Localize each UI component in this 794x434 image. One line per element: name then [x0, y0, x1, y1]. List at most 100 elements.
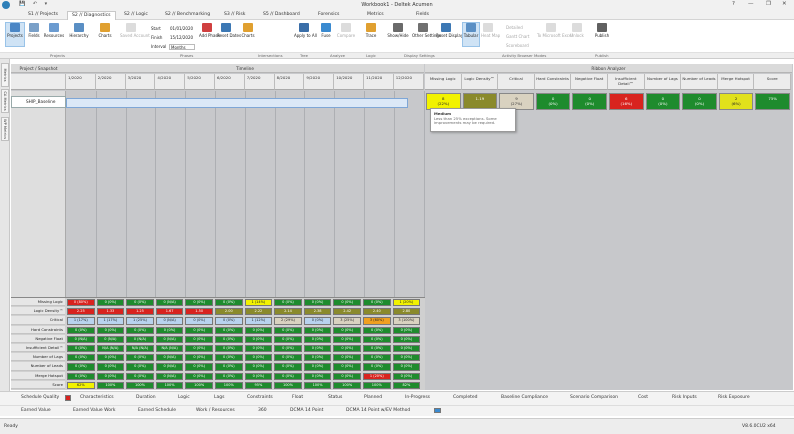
restore-button[interactable]: ❐ — [766, 1, 771, 7]
metric-cell[interactable]: 0 (0%) — [185, 326, 213, 334]
bottom-tab[interactable]: Risk Exposure — [718, 395, 750, 400]
dcma-ev-icon[interactable] — [434, 408, 441, 413]
metric-cell[interactable]: 1 (17%) — [96, 317, 125, 325]
metric-cell[interactable]: 0 (0%) — [392, 335, 421, 343]
metric-cell[interactable]: 62% — [67, 381, 95, 389]
start-date[interactable]: 01/01/2020 — [170, 26, 193, 31]
metric-cell[interactable]: 1 (17%) — [67, 317, 95, 325]
metric-cell[interactable]: 0 (0%) — [215, 335, 243, 343]
analyzer-cell[interactable]: 2 (6%) — [718, 93, 754, 110]
bottom-tab[interactable]: Completed — [453, 395, 478, 400]
analyzer-cell[interactable]: 0 (0%) — [572, 93, 607, 110]
tab-s2-logic[interactable]: S2 // Logic — [124, 12, 148, 20]
metric-cell[interactable]: 0 (0%) — [244, 335, 273, 343]
metric-cell[interactable]: 2.38 — [303, 308, 332, 316]
metric-cell[interactable]: 0 (0%) — [96, 326, 125, 334]
metric-cell[interactable]: 0 (0%) — [274, 299, 302, 307]
metric-cell[interactable]: 1 (25%) — [126, 317, 154, 325]
bottom-tab[interactable]: Planned — [364, 395, 382, 400]
metric-cell[interactable]: 95% — [244, 381, 273, 389]
analyzer-column-header[interactable]: Number of Lags — [644, 74, 682, 90]
analyzer-column-header[interactable]: Missing Logic — [425, 74, 462, 90]
metric-cell[interactable]: 2 (29%) — [274, 317, 302, 325]
metric-cell[interactable]: 0 (0%) — [155, 326, 184, 334]
bottom-tab[interactable]: Baseline Compliance — [501, 395, 548, 400]
metric-cell[interactable]: 0 (N/A) — [96, 335, 125, 343]
tab-s2-benchmarking[interactable]: S2 // Benchmarking — [165, 12, 210, 20]
metric-cell[interactable]: 0 (0%) — [126, 299, 154, 307]
interval-select[interactable]: Months — [169, 44, 195, 50]
metric-cell[interactable]: 0 (0%) — [126, 326, 154, 334]
metric-cell[interactable]: 0 (0%) — [392, 326, 421, 334]
analyzer-cell[interactable]: 75% — [755, 93, 790, 110]
compare-button[interactable]: Compare — [335, 23, 357, 38]
metric-cell[interactable]: 2.25 — [67, 308, 95, 316]
metric-cell[interactable]: 1.50 — [185, 308, 213, 316]
metric-cell[interactable]: 0 (0%) — [96, 354, 125, 362]
metric-cell[interactable]: 3 (60%) — [363, 317, 391, 325]
metric-cell[interactable]: 2.42 — [333, 308, 361, 316]
bottom-tab[interactable]: Float — [292, 395, 303, 400]
metric-cell[interactable]: 0 (0%) — [333, 335, 361, 343]
metric-cell[interactable]: 0 (0%) — [392, 363, 421, 371]
bottom-tab[interactable]: Earned Value Work — [73, 408, 115, 413]
tab-s1-projects[interactable]: S1 // Projects — [28, 12, 58, 20]
metric-cell[interactable]: 100% — [126, 381, 154, 389]
tab-metrics[interactable]: Metrics — [367, 12, 384, 20]
tabular-button[interactable]: Tabular — [462, 22, 480, 47]
metric-cell[interactable]: 0 (0%) — [274, 335, 302, 343]
to-microsoft-excel-button[interactable]: To Microsoft Excel — [537, 23, 573, 38]
analyzer-cell[interactable]: 0 (0%) — [645, 93, 681, 110]
metric-cell[interactable]: 100% — [185, 381, 213, 389]
help-icon[interactable]: ? — [732, 1, 735, 7]
metric-cell[interactable]: 0 (0%) — [244, 345, 273, 353]
metric-cell[interactable]: N/A (N/A) — [96, 345, 125, 353]
metric-cell[interactable]: 0 (0%) — [303, 335, 332, 343]
metric-cell[interactable]: 0 (0%) — [67, 372, 95, 380]
metric-cell[interactable]: 0 (0%) — [303, 326, 332, 334]
metric-cell[interactable]: 0 (0%) — [274, 345, 302, 353]
metric-cell[interactable]: 0 (0%) — [363, 326, 391, 334]
metric-cell[interactable]: 0 (0%) — [303, 363, 332, 371]
metric-cell[interactable]: 0 (N/A) — [155, 363, 184, 371]
metric-cell[interactable]: 0 (0%) — [274, 354, 302, 362]
bottom-tab[interactable]: Work / Resources — [196, 408, 235, 413]
bottom-tab[interactable]: Scenario Comparison — [570, 395, 618, 400]
bottom-tab[interactable]: Risk Inputs — [672, 395, 697, 400]
side-tab-wp-metrics[interactable]: WP Metrics — [1, 117, 9, 141]
metric-cell[interactable]: 0 (0%) — [215, 354, 243, 362]
metric-cell[interactable]: 0 (0%) — [96, 372, 125, 380]
metric-cell[interactable]: 0 (0%) — [303, 317, 332, 325]
reset-dates-button[interactable]: Reset Dates — [217, 23, 241, 38]
metric-cell[interactable]: 0 (0%) — [363, 363, 391, 371]
metric-cell[interactable]: 0 (0%) — [244, 372, 273, 380]
bottom-tab[interactable]: In-Progress — [405, 395, 430, 400]
metric-cell[interactable]: 1 (20%) — [392, 299, 421, 307]
metric-cell[interactable]: 0 (0%) — [185, 372, 213, 380]
unlock-button[interactable]: Unlock — [569, 23, 585, 38]
metric-cell[interactable]: 0 (0%) — [67, 326, 95, 334]
metric-cell[interactable]: 2.40 — [363, 308, 391, 316]
metric-cell[interactable]: 1.25 — [126, 308, 154, 316]
metric-cell[interactable]: 0 (0%) — [126, 354, 154, 362]
heat-map-button[interactable]: Heat Map — [481, 23, 500, 38]
gantt-bar[interactable] — [66, 98, 408, 108]
metric-cell[interactable]: 0 (0%) — [126, 363, 154, 371]
side-tab-ca-metrics[interactable]: CA Metrics — [1, 89, 9, 113]
metric-cell[interactable]: 0 (0%) — [244, 363, 273, 371]
metric-cell[interactable]: 0 (0%) — [185, 345, 213, 353]
metric-cell[interactable]: 0 (0%) — [67, 363, 95, 371]
metric-cell[interactable]: 0 (0%) — [303, 372, 332, 380]
metric-cell[interactable]: 0 (0%) — [392, 372, 421, 380]
metric-cell[interactable]: 0 (0%) — [185, 335, 213, 343]
analyzer-column-header[interactable]: Logic Density™ — [461, 74, 499, 90]
metric-cell[interactable]: 0 (N/A) — [155, 317, 184, 325]
metric-cell[interactable]: 0 (0%) — [215, 317, 243, 325]
bottom-tab[interactable]: Status — [328, 395, 342, 400]
metric-cell[interactable]: 3 (100%) — [392, 317, 421, 325]
metric-cell[interactable]: 0 (0%) — [274, 372, 302, 380]
analyzer-cell[interactable]: 0 (0%) — [682, 93, 717, 110]
metric-cell[interactable]: 100% — [155, 381, 184, 389]
minimize-button[interactable]: — — [748, 1, 754, 7]
resources-button[interactable]: Resources — [43, 23, 65, 38]
